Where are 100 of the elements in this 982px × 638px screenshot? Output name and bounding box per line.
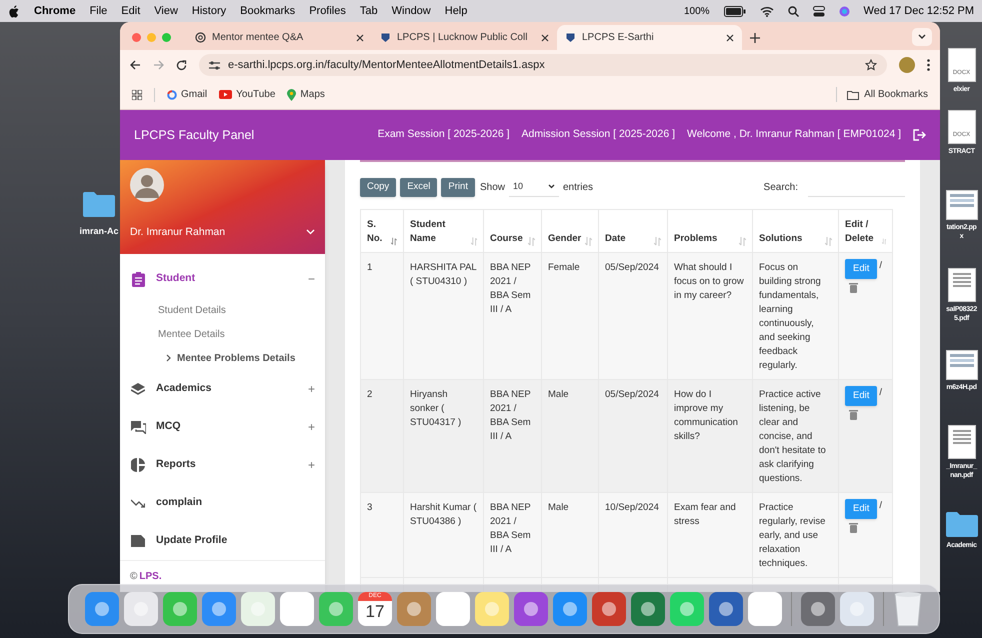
page-size-select[interactable]: 10 xyxy=(508,177,559,197)
image-file-icon[interactable] xyxy=(946,190,978,220)
export-button[interactable]: Excel xyxy=(400,178,438,196)
close-window-button[interactable] xyxy=(132,32,141,42)
tab-search-button[interactable] xyxy=(912,28,932,46)
separator-slash: / xyxy=(879,499,882,513)
sidebar-submenu-item[interactable]: Student Details xyxy=(120,298,325,322)
expand-toggle[interactable]: + xyxy=(308,380,315,398)
folder-icon xyxy=(847,90,860,100)
separator-slash: / xyxy=(879,259,882,273)
menu-item[interactable]: Help xyxy=(444,2,468,20)
sort-arrows-icon[interactable] xyxy=(391,237,397,246)
search-label: Search: xyxy=(764,180,798,194)
bookmark-link[interactable]: Gmail xyxy=(167,87,208,102)
battery-icon[interactable] xyxy=(724,6,746,16)
chevron-down-icon[interactable] xyxy=(306,229,315,236)
sidebar-menu-item[interactable]: Update Profile xyxy=(120,522,325,560)
sidebar-submenu-item[interactable]: Mentee Details xyxy=(120,322,325,346)
separator-slash: / xyxy=(879,386,882,400)
back-arrow-icon[interactable] xyxy=(130,60,141,70)
lps-link[interactable]: LPS. xyxy=(139,569,162,584)
sort-arrows-icon[interactable] xyxy=(825,237,832,246)
tab-title: LPCPS | Lucknow Public Coll xyxy=(397,31,528,45)
menu-item[interactable]: Edit xyxy=(121,2,140,20)
pie-chart-icon xyxy=(131,458,145,472)
menu-item[interactable]: Window xyxy=(392,2,431,20)
sort-arrows-icon[interactable] xyxy=(528,237,535,246)
panel-title: LPCPS Faculty Panel xyxy=(134,126,254,144)
clipboard-icon xyxy=(132,272,144,287)
forward-arrow-icon[interactable] xyxy=(153,60,164,70)
wifi-icon[interactable] xyxy=(760,6,774,16)
menu-item[interactable]: History xyxy=(192,2,226,20)
sort-arrows-icon[interactable] xyxy=(739,237,746,246)
colorful-orb-icon[interactable] xyxy=(838,6,850,16)
sort-arrows-icon[interactable] xyxy=(654,237,661,246)
column-header[interactable]: S. No. xyxy=(360,210,404,252)
table-cell: 3 xyxy=(360,492,404,578)
shield-favicon-icon xyxy=(565,32,576,43)
menu-item[interactable]: Bookmarks xyxy=(240,2,296,20)
profile-avatar[interactable] xyxy=(899,57,915,73)
close-icon[interactable] xyxy=(726,34,734,42)
sidebar-menu-item[interactable]: Student − xyxy=(120,260,325,298)
expand-toggle[interactable]: + xyxy=(308,456,315,474)
site-settings-icon[interactable] xyxy=(209,60,220,70)
desktop-icon-label: imran-Ac xyxy=(79,226,118,237)
logout-icon[interactable] xyxy=(913,129,926,141)
new-tab-plus-icon[interactable] xyxy=(750,33,760,43)
note-icon xyxy=(131,535,145,548)
menu-item[interactable]: Profiles xyxy=(309,2,346,20)
trash-can-icon[interactable] xyxy=(849,282,858,293)
reload-icon[interactable] xyxy=(176,60,187,70)
sort-arrows-icon[interactable] xyxy=(585,237,592,246)
menu-item[interactable]: File xyxy=(90,2,108,20)
more-menu-icon[interactable] xyxy=(927,59,930,71)
sidebar-menu-item[interactable]: complain xyxy=(120,484,325,522)
sidebar-menu-item[interactable]: Academics + xyxy=(120,370,325,408)
menu-clock[interactable]: Wed 17 Dec 12:52 PM xyxy=(864,2,974,20)
search-icon[interactable] xyxy=(788,6,799,16)
export-button[interactable]: Print xyxy=(441,178,475,196)
apps-grid-icon[interactable] xyxy=(132,90,142,100)
address-bar[interactable]: e-sarthi.lpcps.org.in/faculty/MentorMenteeAllotmentDetails1.aspx xyxy=(199,54,887,76)
zoom-window-button[interactable] xyxy=(162,32,171,42)
chevron-right-icon xyxy=(166,354,171,362)
chevron-down-icon xyxy=(918,34,926,40)
menu-item[interactable]: View xyxy=(154,2,178,20)
colored-ring-icon xyxy=(167,90,177,100)
battery-percent: 100% xyxy=(684,4,710,18)
close-icon[interactable] xyxy=(541,34,549,42)
folder-icon[interactable] xyxy=(944,510,978,538)
export-button[interactable]: Copy xyxy=(360,178,396,196)
expand-toggle[interactable]: + xyxy=(308,418,315,436)
sidebar-menu-item[interactable]: Reports + xyxy=(120,446,325,484)
all-bookmarks-link[interactable]: All Bookmarks xyxy=(836,87,928,102)
apple-logo-icon[interactable] xyxy=(8,4,20,18)
menu-app-name[interactable]: Chrome xyxy=(34,2,76,20)
trash-can-icon[interactable] xyxy=(849,522,858,533)
pdf-file-icon[interactable] xyxy=(948,425,976,459)
browser-tab[interactable]: LPCPS E-Sarthi xyxy=(557,25,742,50)
sidebar-submenu-item[interactable]: Mentee Problems Details xyxy=(120,346,325,370)
browser-tab[interactable]: Mentor mentee Q&A xyxy=(187,25,372,50)
toggle-switches-icon[interactable] xyxy=(812,6,825,16)
bookmark-link[interactable]: YouTube xyxy=(219,87,276,102)
expand-toggle[interactable]: − xyxy=(308,270,315,288)
star-icon[interactable] xyxy=(865,59,877,71)
sidebar-menu-item[interactable]: MCQ + xyxy=(120,408,325,446)
bookmark-link[interactable]: Maps xyxy=(287,87,325,102)
pdf-file-icon[interactable] xyxy=(948,268,976,302)
menu-item[interactable]: Tab xyxy=(360,2,378,20)
table-cell: 1 xyxy=(360,252,404,380)
trash-can-icon[interactable] xyxy=(849,409,858,420)
url-text: e-sarthi.lpcps.org.in/faculty/MentorMenteeAllotmentDetails1.aspx xyxy=(228,58,545,73)
shield-favicon-icon xyxy=(380,32,391,43)
image-file-icon[interactable] xyxy=(946,350,978,380)
admission-session: Admission Session [ 2025-2026 ] xyxy=(522,127,676,142)
sort-arrows-icon[interactable] xyxy=(882,237,886,246)
folder-icon[interactable] xyxy=(82,190,116,218)
close-icon[interactable] xyxy=(356,34,364,42)
trash-can-icon[interactable] xyxy=(893,591,923,627)
sort-arrows-icon[interactable] xyxy=(470,237,477,246)
browser-tab[interactable]: LPCPS | Lucknow Public Coll xyxy=(372,25,557,50)
